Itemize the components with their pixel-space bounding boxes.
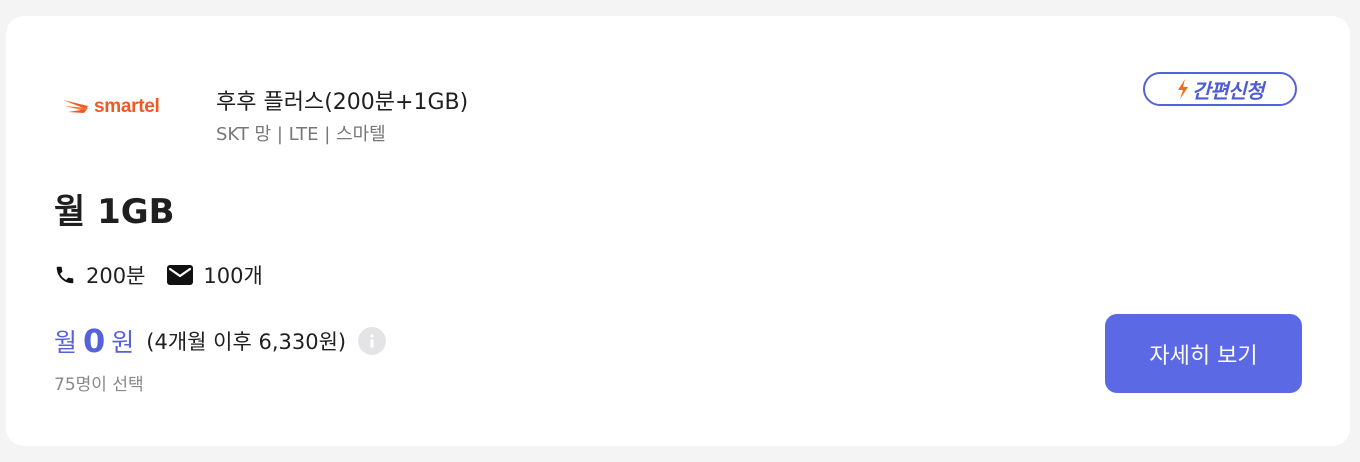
carrier-logo: smartel — [62, 92, 186, 122]
envelope-icon — [167, 265, 194, 285]
quick-apply-button[interactable]: 간편신청 — [1143, 72, 1297, 106]
plan-features: 200분 100개 — [54, 260, 285, 290]
price-prefix: 월 — [54, 328, 78, 357]
plan-name: 후후 플러스(200분+1GB) — [216, 90, 469, 115]
view-details-button[interactable]: 자세히 보기 — [1105, 314, 1302, 393]
smartel-swoosh-icon — [63, 100, 88, 113]
sms-feature: 100개 — [167, 260, 263, 290]
data-amount: 월 1GB — [54, 192, 175, 232]
plan-meta: SKT 망 | LTE | 스마텔 — [216, 124, 386, 145]
sms-count: 100개 — [203, 264, 263, 288]
call-feature: 200분 — [54, 260, 145, 290]
lightning-icon — [1178, 79, 1189, 99]
quick-apply-label: 간편신청 — [1192, 78, 1264, 103]
info-icon[interactable] — [358, 327, 387, 355]
call-minutes: 200분 — [86, 264, 146, 288]
carrier-logo-text: smartel — [94, 96, 160, 117]
selected-count: 75명이 선택 — [54, 375, 144, 395]
price-row: 월 0 원 (4개월 이후 6,330원) — [54, 322, 387, 360]
plan-card: smartel 후후 플러스(200분+1GB) SKT 망 | LTE | 스… — [6, 16, 1350, 446]
price-value: 0 — [83, 322, 106, 360]
price-suffix: 원 — [111, 328, 135, 357]
price-after-note: (4개월 이후 6,330원) — [146, 330, 347, 354]
phone-icon — [56, 266, 74, 284]
